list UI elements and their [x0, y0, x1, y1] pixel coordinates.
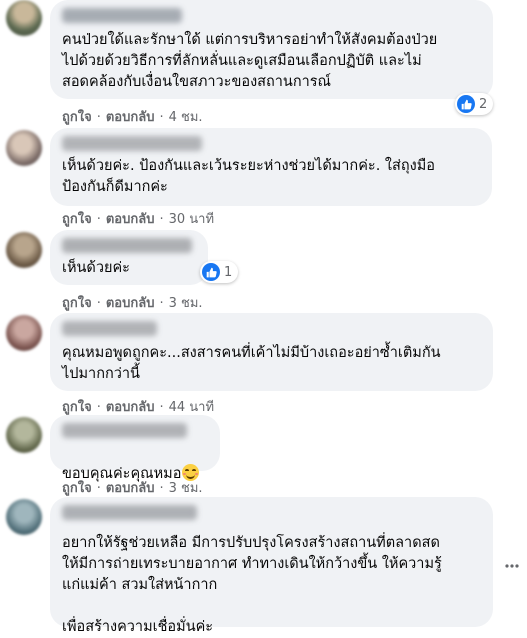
comment-bubble: คนป่วยใด้และรักษาใด้ แต่การบริหารอย่าทำใ… — [50, 0, 493, 99]
comment-6: อยากให้รัฐช่วยเหลือ มีการปรับปรุงโครงสร้… — [0, 497, 527, 635]
avatar[interactable] — [6, 232, 42, 268]
comment-text: คนป่วยใด้และรักษาใด้ แต่การบริหารอย่าทำใ… — [62, 32, 438, 90]
like-link[interactable]: ถูกใจ — [62, 296, 92, 311]
timestamp[interactable]: 3 ชม. — [169, 296, 203, 311]
comment-actions: ถูกใจ · ตอบกลับ · 30 นาที — [62, 212, 215, 227]
timestamp[interactable]: 30 นาที — [169, 212, 214, 227]
like-icon — [457, 95, 475, 113]
like-link[interactable]: ถูกใจ — [62, 212, 92, 227]
reaction-count: 1 — [224, 264, 233, 280]
comment-actions: ถูกใจ · ตอบกลับ · 3 ชม. — [62, 481, 203, 496]
comment-text: คุณหมอพูดถูกคะ...สงสารคนที่เค้าไม่มีบ้าง… — [62, 345, 441, 382]
author-name-blurred[interactable] — [62, 505, 197, 520]
avatar[interactable] — [6, 130, 42, 166]
reply-link[interactable]: ตอบกลับ — [106, 296, 155, 311]
reply-link[interactable]: ตอบกลับ — [106, 110, 155, 125]
more-options-icon[interactable] — [505, 553, 519, 568]
comment-1: คนป่วยใด้และรักษาใด้ แต่การบริหารอย่าทำใ… — [0, 0, 527, 125]
reply-link[interactable]: ตอบกลับ — [106, 212, 155, 227]
author-name-blurred[interactable] — [62, 423, 187, 438]
reply-link[interactable]: ตอบกลับ — [106, 481, 155, 496]
comment-actions: ถูกใจ · ตอบกลับ · 44 นาที — [62, 400, 215, 415]
comment-bubble: อยากให้รัฐช่วยเหลือ มีการปรับปรุงโครงสร้… — [50, 497, 493, 635]
author-name-blurred[interactable] — [62, 8, 182, 23]
reaction-count-badge[interactable]: 2 — [455, 93, 494, 115]
comment-bubble: ขอบคุณค่ะคุณหมอ — [50, 415, 220, 482]
comment-5: ขอบคุณค่ะคุณหมอ ถูกใจ · ตอบกลับ · 3 ชม. — [0, 415, 527, 496]
comment-text: เห็นด้วยค่ะ. ป้องกันและเว้นระยะห่างช่วยไ… — [62, 158, 435, 195]
like-link[interactable]: ถูกใจ — [62, 110, 92, 125]
comment-2: เห็นด้วยค่ะ. ป้องกันและเว้นระยะห่างช่วยไ… — [0, 128, 527, 228]
avatar[interactable] — [6, 0, 42, 36]
timestamp[interactable]: 3 ชม. — [169, 481, 203, 496]
comment-3: เห็นด้วยค่ะ 1 ถูกใจ · ตอบกลับ · 3 ชม. — [0, 230, 527, 311]
comment-bubble: คุณหมอพูดถูกคะ...สงสารคนที่เค้าไม่มีบ้าง… — [50, 313, 493, 391]
timestamp[interactable]: 44 นาที — [169, 400, 214, 415]
author-name-blurred[interactable] — [62, 321, 157, 336]
comment-text: เห็นด้วยค่ะ — [62, 260, 130, 276]
comment-bubble: เห็นด้วยค่ะ — [50, 230, 208, 285]
comment-4: คุณหมอพูดถูกคะ...สงสารคนที่เค้าไม่มีบ้าง… — [0, 313, 527, 415]
avatar[interactable] — [6, 499, 42, 535]
author-name-blurred[interactable] — [62, 238, 192, 253]
author-name-blurred[interactable] — [62, 136, 202, 151]
reaction-count: 2 — [479, 96, 488, 112]
avatar[interactable] — [6, 315, 42, 351]
comment-actions: ถูกใจ · ตอบกลับ · 4 ชม. — [62, 110, 203, 125]
reaction-count-badge[interactable]: 1 — [200, 261, 239, 283]
like-icon — [202, 263, 220, 281]
like-link[interactable]: ถูกใจ — [62, 400, 92, 415]
like-link[interactable]: ถูกใจ — [62, 481, 92, 496]
comment-text: อยากให้รัฐช่วยเหลือ มีการปรับปรุงโครงสร้… — [62, 535, 442, 635]
reply-link[interactable]: ตอบกลับ — [106, 400, 155, 415]
comment-bubble: เห็นด้วยค่ะ. ป้องกันและเว้นระยะห่างช่วยไ… — [50, 128, 492, 206]
avatar[interactable] — [6, 417, 42, 453]
timestamp[interactable]: 4 ชม. — [169, 110, 203, 125]
comment-actions: ถูกใจ · ตอบกลับ · 3 ชม. — [62, 296, 203, 311]
